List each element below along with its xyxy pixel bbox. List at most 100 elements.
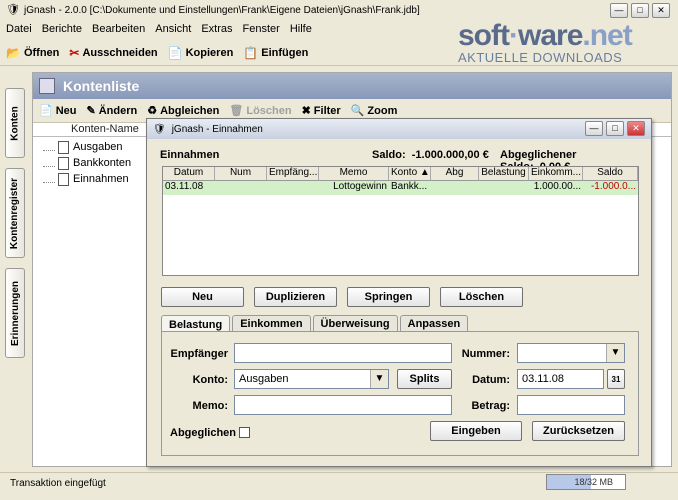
amount-label: Betrag: bbox=[471, 400, 510, 412]
payee-input[interactable] bbox=[234, 343, 452, 363]
filter-button[interactable]: ✖ Filter bbox=[301, 104, 341, 118]
tab-ueberweisung[interactable]: Überweisung bbox=[312, 315, 398, 332]
paste-button[interactable]: 📋 Einfügen bbox=[243, 46, 308, 60]
delete-account-label: Löschen bbox=[246, 104, 292, 117]
tree-item-label: Ausgaben bbox=[73, 141, 123, 153]
dialog-close-button[interactable]: ✕ bbox=[627, 121, 645, 136]
account-combo[interactable]: Ausgaben ▼ bbox=[234, 369, 389, 389]
delete-transaction-button[interactable]: Löschen bbox=[440, 287, 523, 307]
app-icon: 🛡 bbox=[6, 4, 20, 16]
close-button[interactable]: ✕ bbox=[652, 3, 670, 18]
register-button-row: Neu Duplizieren Springen Löschen bbox=[161, 287, 523, 307]
reconcile-button[interactable]: ♻ Abgleichen bbox=[147, 104, 220, 118]
saldo-value: -1.000.000,00 € bbox=[411, 149, 489, 161]
table-row[interactable]: 03.11.08 Lottogewinn Bankk... 1.000.00..… bbox=[163, 181, 638, 195]
side-tab-erinnerungen[interactable]: Erinnerungen bbox=[5, 268, 25, 358]
amount-input[interactable] bbox=[517, 395, 625, 415]
col-header-belastung[interactable]: Belastung bbox=[479, 167, 529, 180]
number-label: Nummer: bbox=[461, 348, 510, 360]
dialog-minimize-button[interactable]: — bbox=[585, 121, 603, 136]
menu-fenster[interactable]: Fenster bbox=[243, 23, 280, 35]
menu-datei[interactable]: Datei bbox=[6, 23, 32, 35]
cut-label: Ausschneiden bbox=[82, 46, 158, 59]
col-header-abg[interactable]: Abg bbox=[431, 167, 479, 180]
tree-item-label: Einnahmen bbox=[73, 173, 129, 185]
tab-einkommen[interactable]: Einkommen bbox=[232, 315, 311, 332]
menu-bearbeiten[interactable]: Bearbeiten bbox=[92, 23, 145, 35]
splits-button[interactable]: Splits bbox=[397, 369, 452, 389]
duplicate-button[interactable]: Duplizieren bbox=[254, 287, 337, 307]
reset-button[interactable]: Zurücksetzen bbox=[532, 421, 625, 441]
copy-button[interactable]: 📄 Kopieren bbox=[168, 46, 234, 60]
filter-icon: ✖ bbox=[301, 105, 311, 117]
register-dialog: 🛡 jGnash - Einnahmen — □ ✕ Einnahmen Sal… bbox=[146, 118, 652, 467]
cell-abg bbox=[431, 181, 479, 195]
date-label: Datum: bbox=[472, 374, 510, 386]
transaction-form: Empfänger Nummer: ▼ Konto: Ausgaben ▼ Sp… bbox=[161, 331, 639, 456]
account-list-icon bbox=[39, 78, 55, 94]
dialog-title: jGnash - Einnahmen bbox=[171, 123, 263, 135]
col-header-einkommen[interactable]: Einkomm... bbox=[529, 167, 583, 180]
col-header-konto[interactable]: Konto ▲ bbox=[389, 167, 431, 180]
chevron-down-icon[interactable]: ▼ bbox=[606, 344, 624, 362]
reconcile-label: Abgleichen bbox=[160, 104, 220, 117]
menu-extras[interactable]: Extras bbox=[201, 23, 232, 35]
dialog-titlebar: 🛡 jGnash - Einnahmen — □ ✕ bbox=[147, 119, 651, 139]
reconciled-label: Abgeglichen bbox=[170, 427, 237, 439]
window-titlebar: 🛡 jGnash - 2.0.0 [C:\Dokumente und Einst… bbox=[0, 0, 678, 20]
dialog-maximize-button[interactable]: □ bbox=[606, 121, 624, 136]
zoom-button[interactable]: 🔍 Zoom bbox=[351, 104, 398, 118]
side-tab-kontenregister-label: Kontenregister bbox=[9, 177, 21, 249]
col-header-num[interactable]: Num bbox=[215, 167, 267, 180]
jump-button[interactable]: Springen bbox=[347, 287, 430, 307]
edit-icon: ✎ bbox=[86, 105, 96, 117]
cell-saldo: -1.000.0... bbox=[590, 181, 636, 192]
delete-icon: 🗑 bbox=[229, 105, 244, 117]
new-transaction-button[interactable]: Neu bbox=[161, 287, 244, 307]
zoom-label: Zoom bbox=[367, 104, 398, 117]
menu-hilfe[interactable]: Hilfe bbox=[290, 23, 312, 35]
saldo-label: Saldo: bbox=[372, 149, 406, 161]
panel-title: Kontenliste bbox=[63, 78, 140, 94]
edit-account-button[interactable]: ✎ Ändern bbox=[86, 104, 137, 118]
date-input[interactable]: 03.11.08 bbox=[517, 369, 604, 389]
paste-label: Einfügen bbox=[261, 46, 309, 59]
col-header-memo[interactable]: Memo bbox=[319, 167, 389, 180]
scissors-icon: ✂ bbox=[69, 45, 80, 60]
side-tab-konten[interactable]: Konten bbox=[5, 88, 25, 158]
document-icon bbox=[58, 172, 69, 186]
col-header-empfaenger[interactable]: Empfäng... bbox=[267, 167, 319, 180]
new-account-button[interactable]: 📄 Neu bbox=[39, 104, 76, 118]
cell-empfaenger bbox=[267, 181, 319, 195]
col-header-datum[interactable]: Datum bbox=[163, 167, 215, 180]
memo-input[interactable] bbox=[234, 395, 452, 415]
dialog-controls: — □ ✕ bbox=[585, 121, 645, 136]
delete-account-button[interactable]: 🗑 Löschen bbox=[229, 104, 292, 118]
window-title: jGnash - 2.0.0 [C:\Dokumente und Einstel… bbox=[24, 4, 420, 16]
cell-konto: Bankk... bbox=[391, 181, 428, 192]
copy-label: Kopieren bbox=[185, 46, 234, 59]
side-tab-konten-label: Konten bbox=[9, 105, 21, 141]
clipboard-icon: 📋 bbox=[243, 45, 259, 60]
minimize-button[interactable]: — bbox=[610, 3, 628, 18]
window-controls: — □ ✕ bbox=[610, 3, 670, 18]
table-header-row: Datum Num Empfäng... Memo Konto ▲ Abg Be… bbox=[163, 167, 638, 181]
menu-ansicht[interactable]: Ansicht bbox=[155, 23, 191, 35]
col-header-saldo[interactable]: Saldo bbox=[583, 167, 638, 180]
maximize-button[interactable]: □ bbox=[631, 3, 649, 18]
folder-icon: 📂 bbox=[6, 45, 21, 60]
reconciled-checkbox[interactable] bbox=[239, 427, 250, 438]
cut-button[interactable]: ✂ Ausschneiden bbox=[69, 46, 157, 60]
chevron-down-icon[interactable]: ▼ bbox=[370, 370, 388, 388]
calendar-icon[interactable]: 31 bbox=[607, 369, 625, 389]
document-icon bbox=[58, 156, 69, 170]
number-combo[interactable]: ▼ bbox=[517, 343, 625, 363]
enter-button[interactable]: Eingeben bbox=[430, 421, 522, 441]
memo-label: Memo: bbox=[192, 400, 228, 412]
side-tabs: Konten Kontenregister Erinnerungen bbox=[0, 72, 30, 467]
side-tab-kontenregister[interactable]: Kontenregister bbox=[5, 168, 25, 258]
open-button[interactable]: 📂 Öffnen bbox=[6, 46, 59, 60]
tab-anpassen[interactable]: Anpassen bbox=[399, 315, 469, 332]
menu-berichte[interactable]: Berichte bbox=[42, 23, 82, 35]
cell-einkommen: 1.000.00... bbox=[533, 181, 581, 192]
